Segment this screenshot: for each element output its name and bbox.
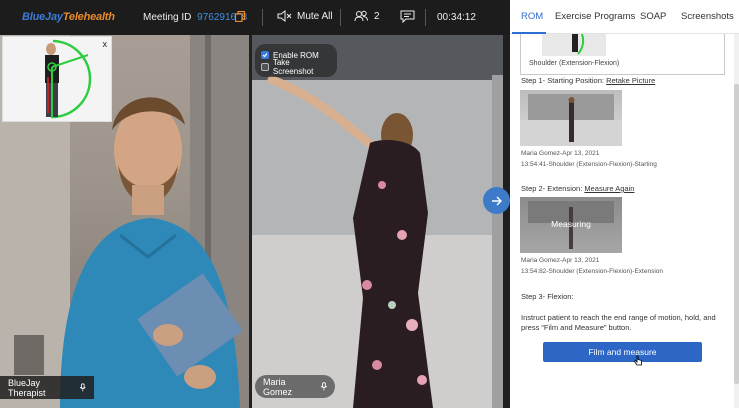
- checkbox-unchecked-icon[interactable]: [261, 63, 269, 71]
- close-pose-button[interactable]: x: [103, 39, 108, 49]
- meeting-id-label: Meeting ID: [143, 12, 192, 23]
- step1-heading: Step 1- Starting Position: Retake Pictur…: [521, 76, 655, 85]
- mute-all-label: Mute All: [297, 10, 333, 22]
- step1-meta-date: Maria Gomez-Apr 13, 2021: [521, 150, 600, 157]
- copy-icon[interactable]: [235, 11, 245, 22]
- microphone-icon: [321, 382, 327, 391]
- participant-count: 2: [374, 10, 380, 22]
- pose-skeleton-image: [45, 39, 92, 119]
- patient-video-frame: [252, 35, 503, 408]
- patient-name: Maria Gomez: [263, 376, 293, 397]
- step2-screenshot[interactable]: Measuring: [520, 197, 622, 253]
- toolbar-divider: [262, 9, 263, 26]
- step2-label: Step 2- Extension:: [521, 184, 583, 193]
- next-arrow-button[interactable]: [483, 187, 510, 214]
- mute-all-button[interactable]: Mute All: [277, 10, 333, 22]
- checkbox-checked-icon[interactable]: [261, 51, 269, 59]
- rom-controls: Enable ROM Take Screenshot: [255, 44, 337, 77]
- rom-reference-card: Shoulder (Extension-Flexion): [520, 33, 725, 75]
- arrow-right-icon: [491, 196, 502, 205]
- therapist-name-tag: BlueJay Therapist: [0, 376, 94, 399]
- step2-meta-date: Maria Gomez-Apr 13, 2021: [521, 257, 600, 264]
- scrollbar-thumb[interactable]: [734, 84, 739, 384]
- mouse-pointer-icon: [634, 355, 642, 366]
- measuring-status: Measuring: [551, 219, 591, 229]
- step1-screenshot[interactable]: [520, 90, 622, 146]
- top-toolbar: BlueJayTelehealth Meeting ID 976291678 M…: [0, 0, 510, 35]
- instruction-line-2: press “Film and Measure” button.: [521, 323, 632, 332]
- call-timer: 00:34:12: [437, 12, 476, 23]
- microphone-icon: [80, 383, 86, 392]
- therapist-name: BlueJay Therapist: [8, 377, 46, 398]
- step2-heading: Step 2- Extension: Measure Again: [521, 184, 634, 193]
- pose-preview: x: [2, 36, 112, 122]
- participants-button[interactable]: 2: [354, 10, 380, 22]
- step2-meta-detail: 13:54:82-Shoulder (Extension-Flexion)-Ex…: [521, 268, 663, 275]
- step1-label: Step 1- Starting Position:: [521, 76, 604, 85]
- reference-caption: Shoulder (Extension-Flexion): [529, 60, 620, 67]
- tab-screenshots[interactable]: Screenshots: [681, 11, 734, 22]
- meeting-id: Meeting ID 976291678: [143, 12, 247, 23]
- video-call-area: BlueJayTelehealth Meeting ID 976291678 M…: [0, 0, 510, 408]
- toolbar-divider: [425, 9, 426, 26]
- step1-meta-detail: 13:54:41-Shoulder (Extension-Flexion)-St…: [521, 161, 657, 168]
- patient-name-tag: Maria Gomez: [255, 375, 335, 398]
- retake-picture-link[interactable]: Retake Picture: [606, 76, 655, 85]
- tab-soap[interactable]: SOAP: [640, 11, 666, 22]
- tab-rom[interactable]: ROM: [521, 11, 543, 22]
- toolbar-divider: [340, 9, 341, 26]
- brand-logo: BlueJayTelehealth: [22, 11, 115, 23]
- take-screenshot-toggle[interactable]: Take Screenshot: [261, 58, 331, 76]
- instruction-line-1: Instruct patient to reach the end range …: [521, 313, 716, 322]
- reference-image: [542, 33, 606, 56]
- sidebar-tabs: ROM Exercise Programs SOAP Screenshots: [510, 0, 739, 34]
- step3-label: Step 3- Flexion:: [521, 292, 574, 301]
- patient-video: [252, 35, 503, 408]
- chat-icon[interactable]: [400, 10, 415, 23]
- film-and-measure-button[interactable]: Film and measure: [543, 342, 702, 362]
- people-icon: [354, 10, 368, 22]
- take-screenshot-label: Take Screenshot: [272, 58, 314, 76]
- measure-again-link[interactable]: Measure Again: [584, 184, 634, 193]
- speaker-muted-icon: [277, 10, 292, 22]
- tab-exercise-programs[interactable]: Exercise Programs: [555, 11, 635, 22]
- sidebar-scrollbar[interactable]: [734, 34, 739, 408]
